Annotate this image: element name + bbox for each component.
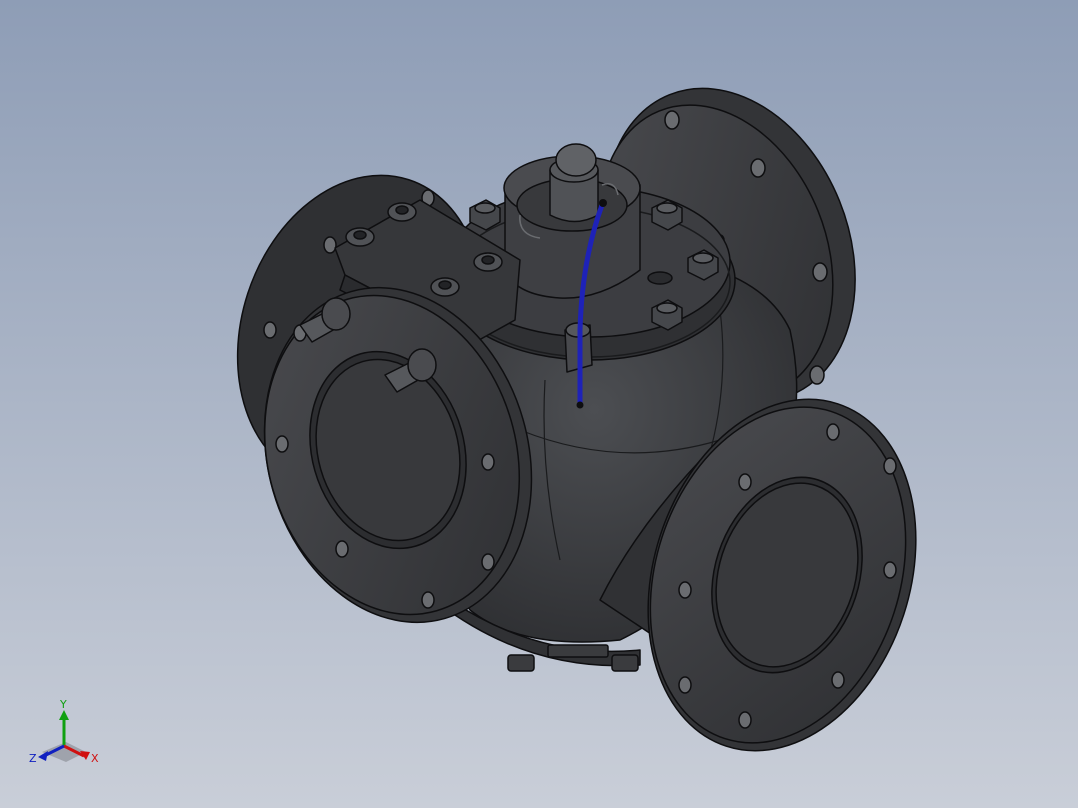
- valve-3d-model[interactable]: [0, 0, 1078, 808]
- axis-triad: Y X Z: [29, 698, 99, 765]
- x-axis-label: X: [91, 752, 99, 765]
- z-axis-label: Z: [29, 752, 37, 765]
- y-axis-label: Y: [59, 698, 67, 711]
- actuator: [503, 143, 641, 299]
- graphics-viewport[interactable]: Y X Z: [0, 0, 1078, 808]
